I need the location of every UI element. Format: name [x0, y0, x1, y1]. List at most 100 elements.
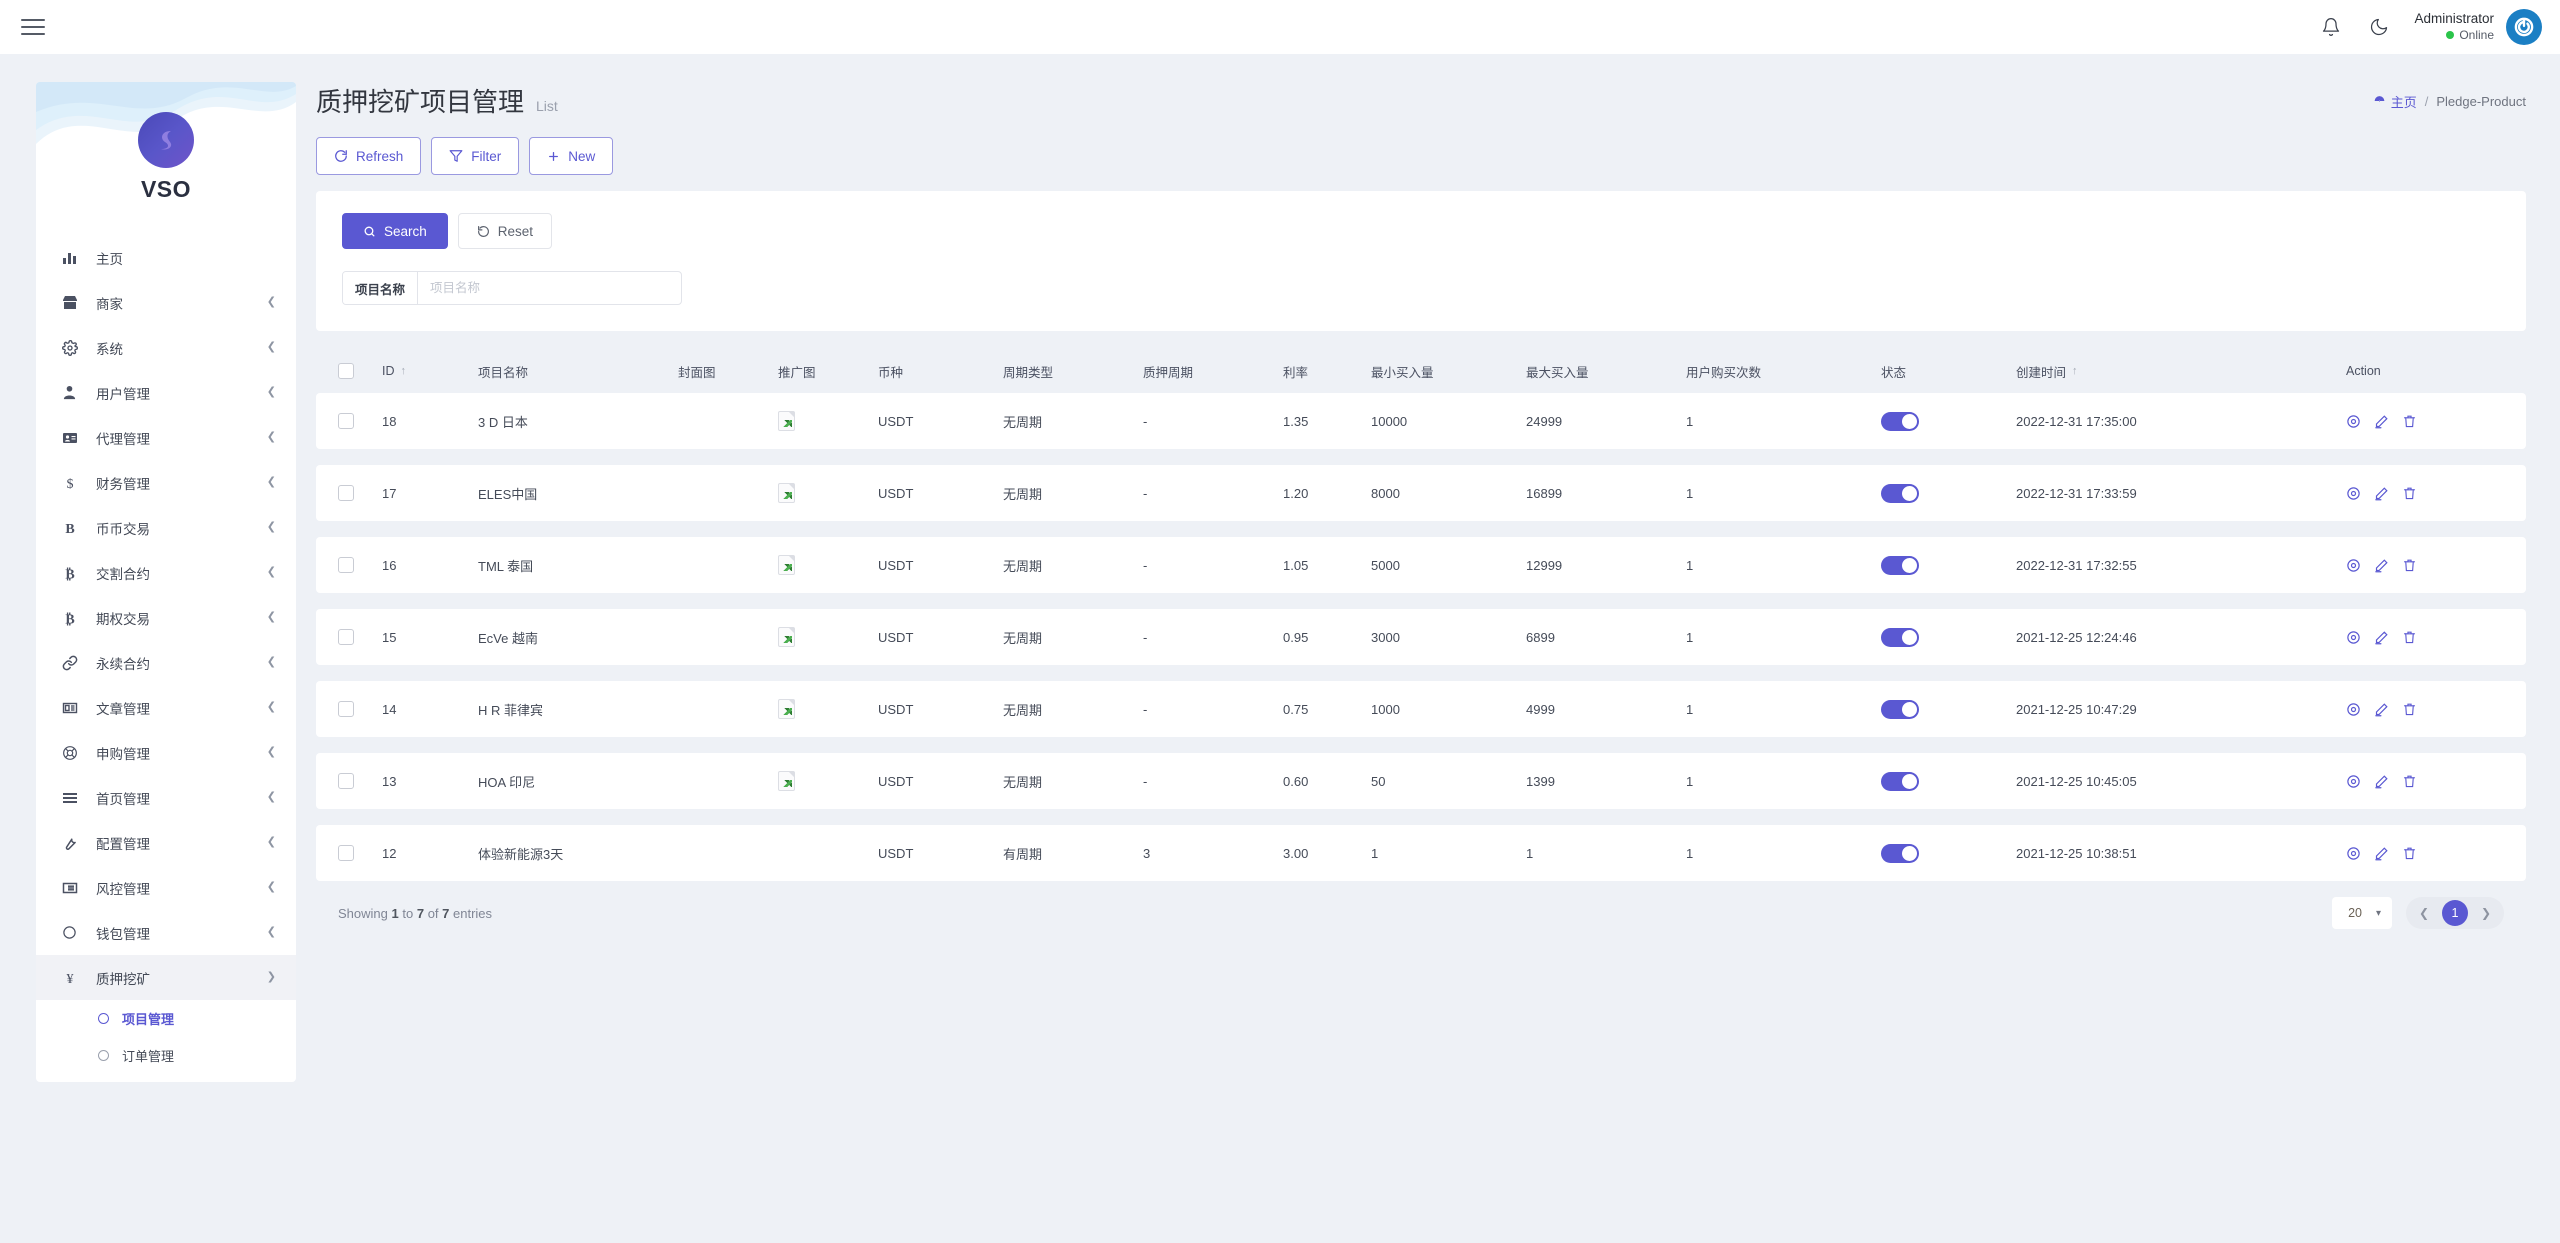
- delete-icon[interactable]: [2402, 846, 2417, 861]
- column-header-min-buy: 最小买入量: [1371, 362, 1526, 381]
- sidebar-item-user-management[interactable]: 用户管理 ❮: [36, 370, 296, 415]
- search-button[interactable]: Search: [342, 213, 448, 249]
- broken-image-icon[interactable]: [778, 627, 795, 647]
- reset-icon: [477, 225, 490, 238]
- bell-icon[interactable]: [2318, 14, 2344, 40]
- row-checkbox[interactable]: [338, 845, 354, 861]
- table-row[interactable]: 17ELES中国USDT无周期-1.2080001689912022-12-31…: [316, 465, 2526, 521]
- cell-pledge-period: -: [1143, 774, 1283, 789]
- broken-image-icon[interactable]: [778, 483, 795, 503]
- edit-icon[interactable]: [2374, 630, 2389, 645]
- edit-icon[interactable]: [2374, 846, 2389, 861]
- status-toggle[interactable]: [1881, 772, 1919, 791]
- row-checkbox[interactable]: [338, 629, 354, 645]
- breadcrumb-home-link[interactable]: 主页: [2373, 92, 2417, 111]
- status-toggle[interactable]: [1881, 844, 1919, 863]
- search-label: Search: [384, 224, 427, 239]
- table-footer: Showing 1 to 7 of 7 entries 20 ▾ ❮ 1 ❯: [316, 897, 2526, 929]
- edit-icon[interactable]: [2374, 486, 2389, 501]
- sidebar-item-pledge-mining[interactable]: ¥ 质押挖矿 ❯: [36, 955, 296, 1000]
- breadcrumb-current: Pledge-Product: [2436, 94, 2526, 109]
- user-menu[interactable]: Administrator Online: [2414, 9, 2542, 45]
- sidebar-item-finance-management[interactable]: $ 财务管理 ❮: [36, 460, 296, 505]
- column-header-id[interactable]: ID ↑: [382, 364, 478, 378]
- sidebar-item-home[interactable]: 主页: [36, 235, 296, 280]
- moon-icon[interactable]: [2366, 14, 2392, 40]
- next-page-button[interactable]: ❯: [2474, 901, 2498, 925]
- refresh-button[interactable]: Refresh: [316, 137, 421, 175]
- page-1-button[interactable]: 1: [2442, 900, 2468, 926]
- yen-icon: ¥: [62, 970, 88, 986]
- cell-pledge-period: -: [1143, 558, 1283, 573]
- delete-icon[interactable]: [2402, 558, 2417, 573]
- sidebar-item-agent-management[interactable]: 代理管理 ❮: [36, 415, 296, 460]
- status-toggle[interactable]: [1881, 556, 1919, 575]
- view-icon[interactable]: [2346, 414, 2361, 429]
- sidebar-item-homepage-management[interactable]: 首页管理 ❮: [36, 775, 296, 820]
- delete-icon[interactable]: [2402, 486, 2417, 501]
- filter-button[interactable]: Filter: [431, 137, 519, 175]
- broken-image-icon[interactable]: [778, 555, 795, 575]
- chevron-left-icon: ❮: [267, 342, 276, 353]
- cell-max-buy: 1399: [1526, 774, 1686, 789]
- row-checkbox[interactable]: [338, 413, 354, 429]
- table-row[interactable]: 12体验新能源3天USDT有周期33.001112021-12-25 10:38…: [316, 825, 2526, 881]
- sidebar-item-option-trade[interactable]: ₿ 期权交易 ❮: [36, 595, 296, 640]
- broken-image-icon[interactable]: [778, 771, 795, 791]
- sidebar-item-risk-management[interactable]: 风控管理 ❮: [36, 865, 296, 910]
- edit-icon[interactable]: [2374, 414, 2389, 429]
- delete-icon[interactable]: [2402, 774, 2417, 789]
- sidebar-item-coin-trade[interactable]: B 币币交易 ❮: [36, 505, 296, 550]
- new-button[interactable]: New: [529, 137, 613, 175]
- sidebar-item-merchant[interactable]: 商家 ❮: [36, 280, 296, 325]
- sidebar-item-article-management[interactable]: 文章管理 ❮: [36, 685, 296, 730]
- table-row[interactable]: 14H R 菲律宾USDT无周期-0.751000499912021-12-25…: [316, 681, 2526, 737]
- sidebar-item-delivery-contract[interactable]: ₿ 交割合约 ❮: [36, 550, 296, 595]
- project-name-input[interactable]: [418, 272, 681, 304]
- cell-status: [1881, 700, 2016, 719]
- status-toggle[interactable]: [1881, 484, 1919, 503]
- sidebar-item-subscription-management[interactable]: 申购管理 ❮: [36, 730, 296, 775]
- delete-icon[interactable]: [2402, 702, 2417, 717]
- broken-image-icon[interactable]: [778, 699, 795, 719]
- avatar[interactable]: [2506, 9, 2542, 45]
- cell-status: [1881, 772, 2016, 791]
- delete-icon[interactable]: [2402, 630, 2417, 645]
- row-checkbox[interactable]: [338, 485, 354, 501]
- view-icon[interactable]: [2346, 846, 2361, 861]
- view-icon[interactable]: [2346, 702, 2361, 717]
- sidebar-item-perpetual-contract[interactable]: 永续合约 ❮: [36, 640, 296, 685]
- sidebar: VSO 主页 商家 ❮: [36, 82, 296, 1082]
- delete-icon[interactable]: [2402, 414, 2417, 429]
- table-row[interactable]: 16TML 泰国USDT无周期-1.0550001299912022-12-31…: [316, 537, 2526, 593]
- page-size-select[interactable]: 20 ▾: [2332, 897, 2392, 929]
- reset-button[interactable]: Reset: [458, 213, 552, 249]
- edit-icon[interactable]: [2374, 702, 2389, 717]
- hamburger-icon[interactable]: [18, 12, 48, 42]
- view-icon[interactable]: [2346, 486, 2361, 501]
- status-toggle[interactable]: [1881, 700, 1919, 719]
- table-row[interactable]: 183 D 日本USDT无周期-1.35100002499912022-12-3…: [316, 393, 2526, 449]
- edit-icon[interactable]: [2374, 774, 2389, 789]
- sidebar-item-config-management[interactable]: 配置管理 ❮: [36, 820, 296, 865]
- broken-image-icon[interactable]: [778, 411, 795, 431]
- view-icon[interactable]: [2346, 630, 2361, 645]
- column-header-created-time[interactable]: 创建时间 ↑: [2016, 362, 2346, 381]
- status-toggle[interactable]: [1881, 412, 1919, 431]
- view-icon[interactable]: [2346, 774, 2361, 789]
- sidebar-item-label: 系统: [96, 338, 123, 358]
- sidebar-subitem-order-management[interactable]: 订单管理: [36, 1037, 296, 1074]
- row-checkbox[interactable]: [338, 773, 354, 789]
- select-all-checkbox[interactable]: [338, 363, 354, 379]
- row-checkbox[interactable]: [338, 701, 354, 717]
- table-row[interactable]: 13HOA 印尼USDT无周期-0.6050139912021-12-25 10…: [316, 753, 2526, 809]
- sidebar-subitem-project-management[interactable]: 项目管理: [36, 1000, 296, 1037]
- status-toggle[interactable]: [1881, 628, 1919, 647]
- edit-icon[interactable]: [2374, 558, 2389, 573]
- sidebar-item-wallet-management[interactable]: 钱包管理 ❮: [36, 910, 296, 955]
- table-row[interactable]: 15EcVe 越南USDT无周期-0.953000689912021-12-25…: [316, 609, 2526, 665]
- prev-page-button[interactable]: ❮: [2412, 901, 2436, 925]
- row-checkbox[interactable]: [338, 557, 354, 573]
- sidebar-item-system[interactable]: 系统 ❮: [36, 325, 296, 370]
- view-icon[interactable]: [2346, 558, 2361, 573]
